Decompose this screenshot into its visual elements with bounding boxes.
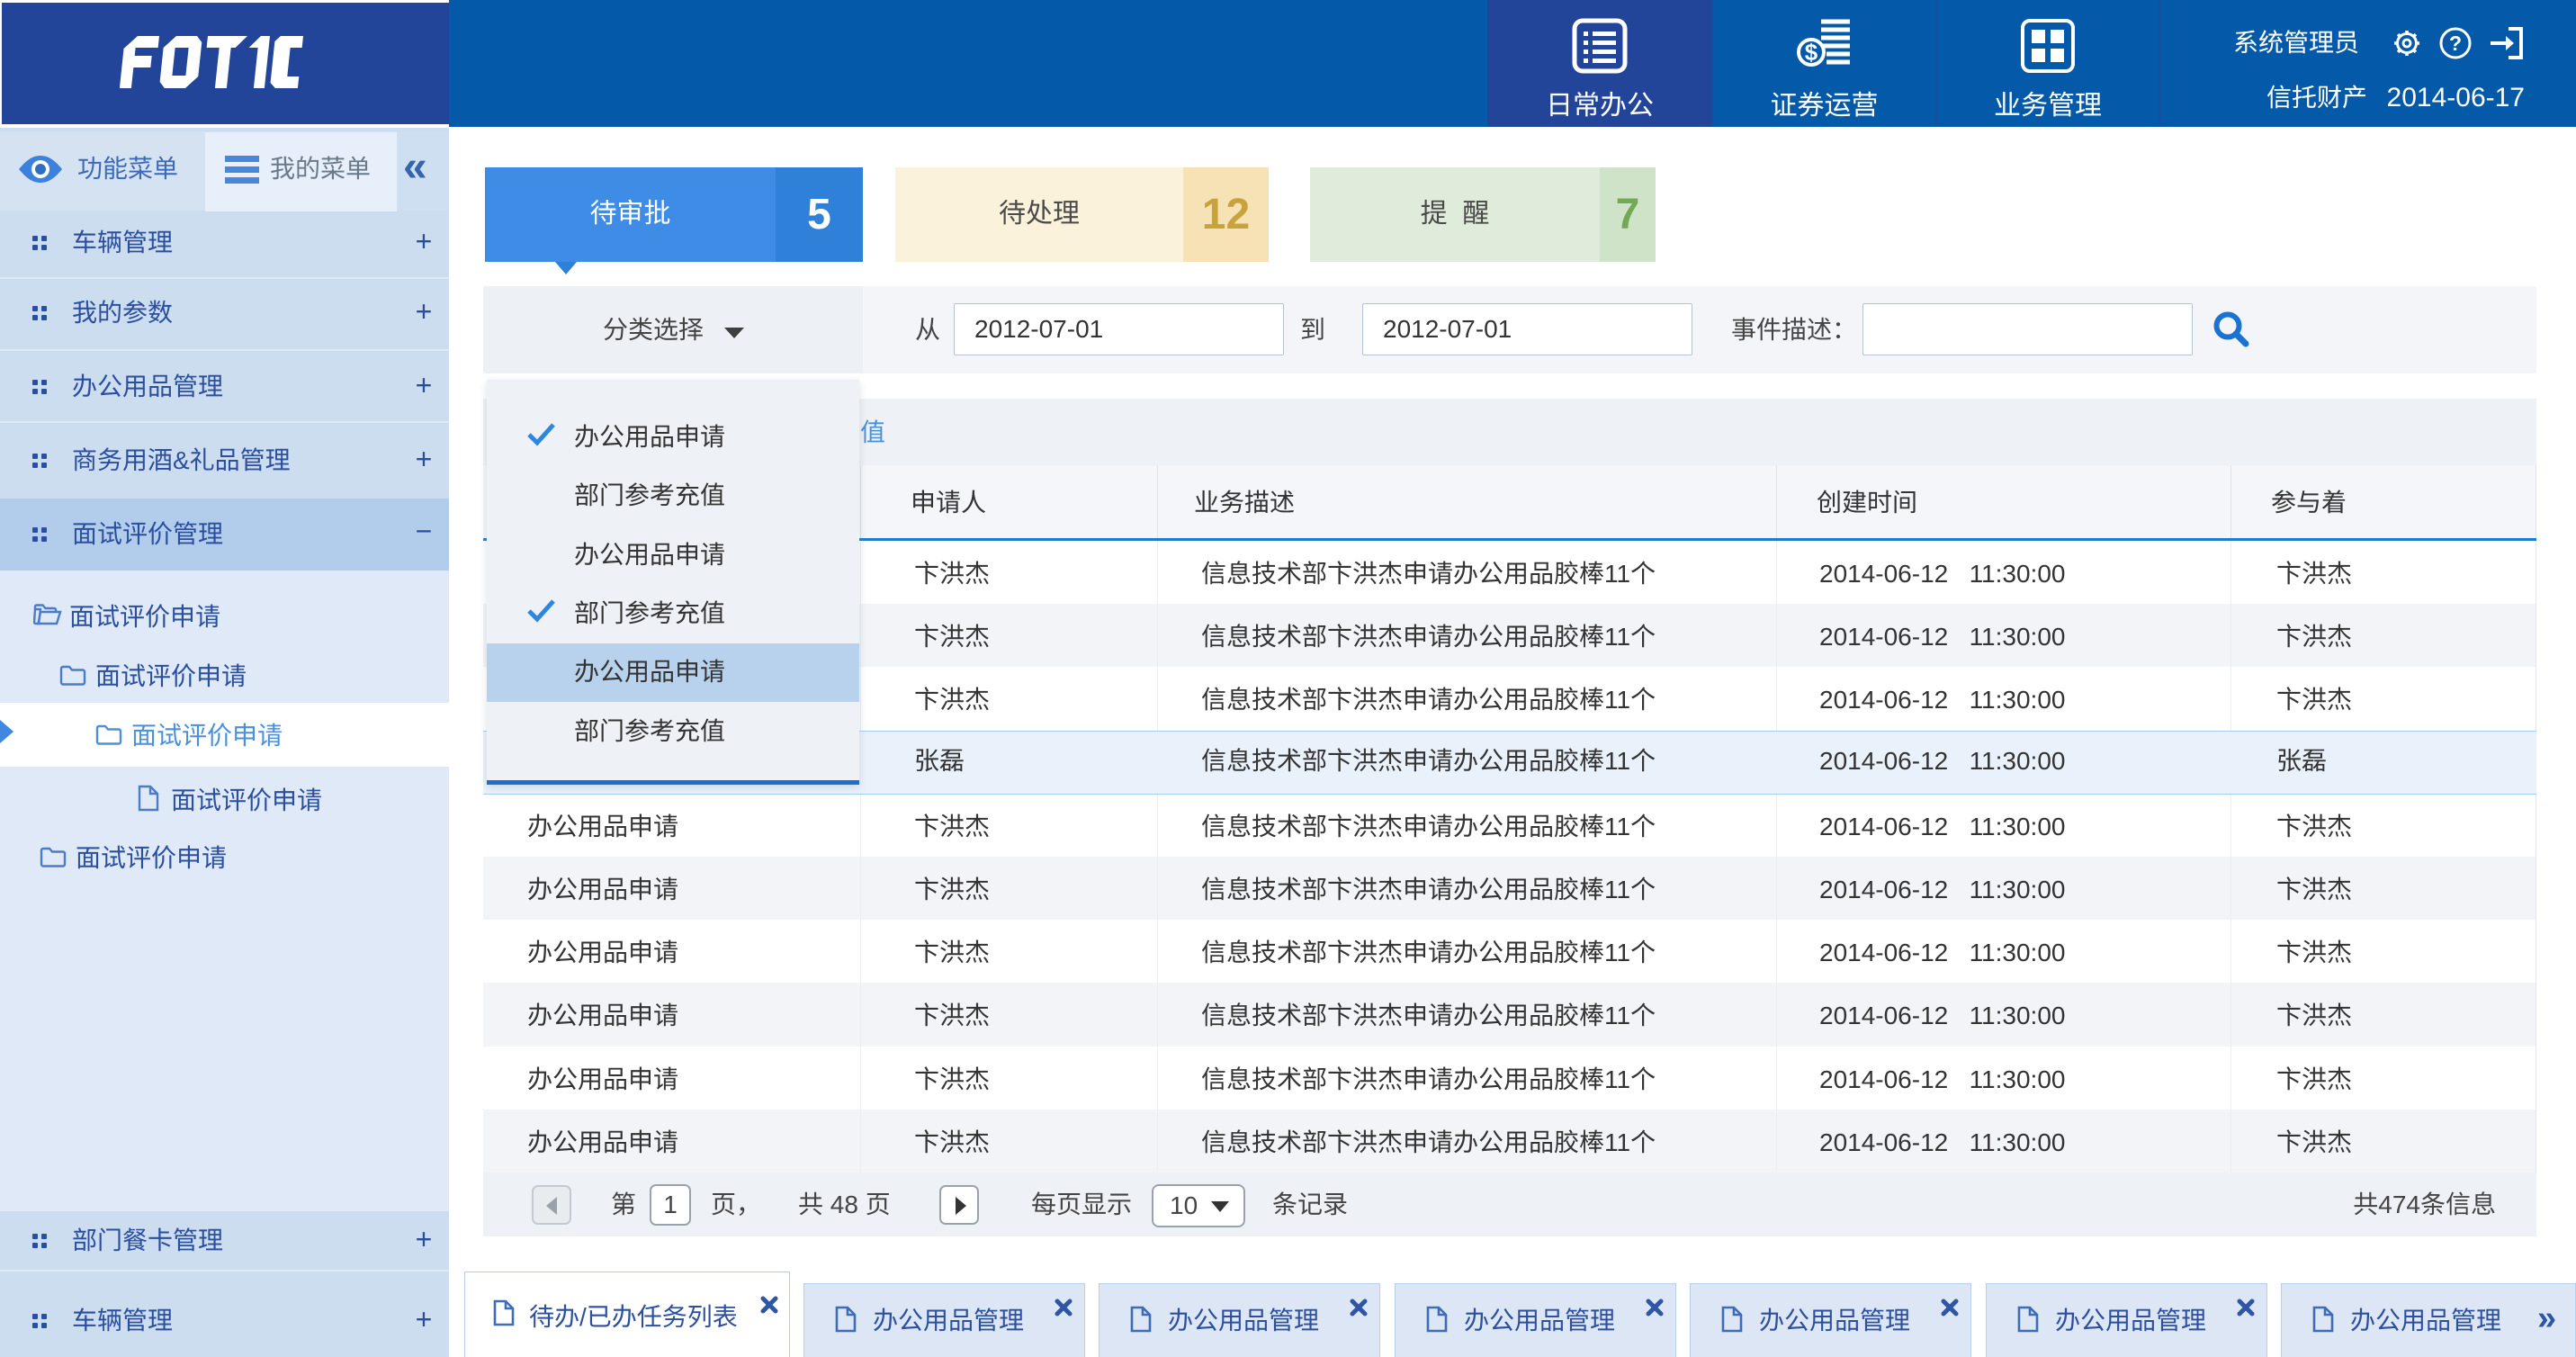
svg-text:$: $ [1805, 39, 1818, 66]
svg-text:?: ? [2449, 31, 2462, 55]
